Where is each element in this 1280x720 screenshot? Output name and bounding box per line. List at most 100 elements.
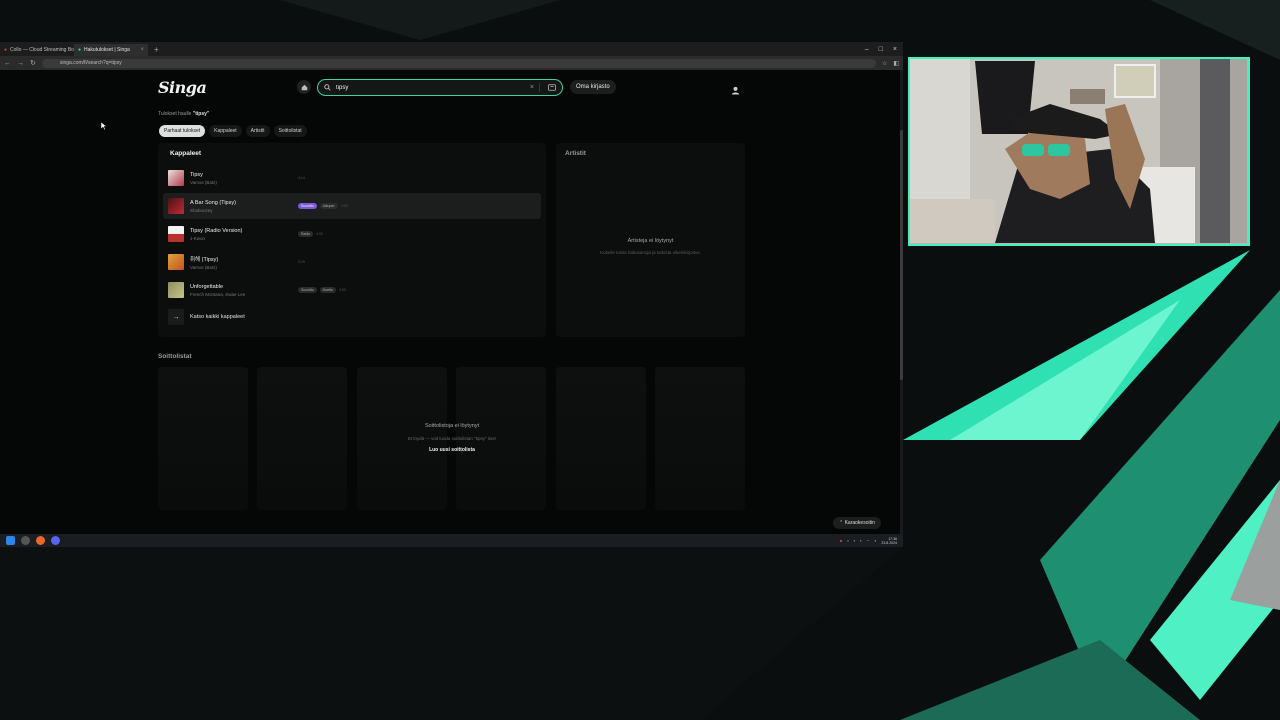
tab-label: Hakutulokset | Singa xyxy=(84,47,130,53)
clock-date: 23.8.2024 xyxy=(881,540,897,545)
artists-panel: Artistit Artisteja ei löytynyt Kokeile t… xyxy=(556,143,745,337)
home-icon xyxy=(301,84,307,90)
network-icon[interactable]: ◔ xyxy=(867,538,869,543)
song-duration: 4:00 xyxy=(316,232,323,236)
home-button[interactable] xyxy=(297,80,311,94)
address-bar-row: ← → ↻ singa.com/fi/search?q=tipsy ☆ ◧ xyxy=(0,56,903,70)
firefox-icon[interactable] xyxy=(36,536,45,545)
system-clock[interactable]: 17:36 23.8.2024 xyxy=(881,537,897,545)
search-icon[interactable] xyxy=(21,536,30,545)
taskbar: ■ ▪ ▪ ▪ ◔ ◖ 17:36 23.8.2024 xyxy=(0,534,903,547)
playlists-title: Soittolistat xyxy=(158,353,192,360)
artists-empty-title: Artisteja ei löytynyt xyxy=(627,238,674,244)
song-title: Tipsy (Radio Version) xyxy=(190,227,243,234)
close-window-icon[interactable]: × xyxy=(893,46,897,53)
artists-empty-description: Kokeile toisia hakusanoja ja tarkista oi… xyxy=(600,250,701,255)
volume-icon[interactable]: ◖ xyxy=(874,538,876,543)
song-row[interactable]: A Bar Song (Tipsy) Shaboozey Suosittu Al… xyxy=(163,193,541,219)
song-cover xyxy=(168,254,184,270)
results-query: "tipsy" xyxy=(192,111,210,117)
song-artist: Vamos (Bats) xyxy=(190,264,217,270)
maximize-icon[interactable]: □ xyxy=(879,46,883,53)
song-row[interactable]: 취해 (Tipsy) Vamos (Bats) 3:29 xyxy=(163,249,541,275)
forward-arrow-icon[interactable]: → xyxy=(17,60,24,67)
tab-favicon-icon: ● xyxy=(4,47,8,53)
user-icon xyxy=(731,86,740,95)
tab-singa[interactable]: ● Hakutulokset | Singa × xyxy=(74,44,148,56)
artists-title: Artistit xyxy=(565,150,586,157)
start-menu-icon[interactable] xyxy=(6,536,15,545)
bookmark-star-icon[interactable]: ☆ xyxy=(882,60,887,67)
song-title: 취해 (Tipsy) xyxy=(190,256,219,263)
tab-collo[interactable]: ● Collo — Cloud Streaming Box × xyxy=(0,44,74,56)
webcam-overlay xyxy=(908,57,1250,246)
view-all-label: Katso kaikki kappaleet xyxy=(190,314,245,320)
system-tray: ■ ▪ ▪ ▪ ◔ ◖ 17:36 23.8.2024 xyxy=(840,537,903,545)
original-badge: Alkuper. xyxy=(319,203,339,209)
close-icon[interactable]: × xyxy=(140,44,144,56)
song-cover xyxy=(168,198,184,214)
song-title: Unforgettable xyxy=(190,283,224,290)
tray-app-icon[interactable]: ▪ xyxy=(847,538,848,543)
filter-artists[interactable]: Artistit xyxy=(245,125,270,137)
song-duration: 3:29 xyxy=(298,260,305,264)
karaoke-player-button[interactable]: ⌃ Karaokesoitin xyxy=(833,517,881,529)
songs-panel: Kappaleet Tipsy Vamos (Bats) 4:14 A Bar … xyxy=(158,143,546,337)
filter-chips: Parhaat tulokset Kappaleet Artistit Soit… xyxy=(159,125,307,137)
tab-strip: ● Collo — Cloud Streaming Box × ● Hakutu… xyxy=(0,42,903,56)
view-all-songs-link[interactable]: → Katso kaikki kappaleet xyxy=(168,309,245,325)
arrow-right-icon: → xyxy=(168,309,184,325)
song-row[interactable]: Tipsy (Radio Version) J-Kwon Radio 4:00 xyxy=(163,221,541,247)
tab-label: Collo — Cloud Streaming Box xyxy=(10,47,74,53)
library-icon xyxy=(548,84,556,91)
window-controls: – □ × xyxy=(865,46,903,53)
discord-icon[interactable] xyxy=(51,536,60,545)
playlists-empty-description: Et löydä — voit luoda soittolistan "tips… xyxy=(407,436,497,441)
karaoke-label: Karaokesoitin xyxy=(844,520,875,526)
tray-app-icon[interactable]: ▪ xyxy=(860,538,861,543)
create-playlist-link[interactable]: Luo uusi soittolista xyxy=(302,447,602,453)
song-duration: 4:14 xyxy=(298,176,305,180)
scrollbar-thumb[interactable] xyxy=(900,130,903,380)
reload-icon[interactable]: ↻ xyxy=(30,59,36,67)
filter-playlists[interactable]: Soittolistat xyxy=(273,125,307,137)
duet-badge: Duetto xyxy=(319,287,336,293)
popular-badge: Suosittu xyxy=(298,287,317,293)
playlist-placeholder-card xyxy=(158,367,248,510)
url-field[interactable]: singa.com/fi/search?q=tipsy xyxy=(41,58,876,68)
browser-window: ● Collo — Cloud Streaming Box × ● Hakutu… xyxy=(0,42,903,534)
song-duration: 3:53 xyxy=(338,288,346,292)
tab-favicon-icon: ● xyxy=(78,47,82,53)
back-arrow-icon[interactable]: ← xyxy=(4,60,11,67)
my-library-button[interactable]: Oma kirjasto xyxy=(570,80,616,94)
song-artist: French Montana, Swae Lee xyxy=(190,291,246,297)
song-row[interactable]: Unforgettable French Montana, Swae Lee S… xyxy=(163,277,541,303)
chevron-up-icon: ⌃ xyxy=(839,520,844,526)
song-artist: Shaboozey xyxy=(190,207,213,213)
search-divider xyxy=(539,83,540,92)
song-row[interactable]: Tipsy Vamos (Bats) 4:14 xyxy=(163,165,541,191)
page-scrollbar[interactable] xyxy=(900,70,903,534)
filter-best-results[interactable]: Parhaat tulokset xyxy=(159,125,206,137)
minimize-icon[interactable]: – xyxy=(865,46,869,53)
library-icon-button[interactable] xyxy=(545,84,559,91)
search-input[interactable] xyxy=(336,84,516,91)
tray-app-icon[interactable]: ▪ xyxy=(854,538,855,543)
profile-button[interactable] xyxy=(731,82,740,100)
extensions-area: ☆ ◧ xyxy=(882,60,899,67)
webcam-feed-image xyxy=(910,59,1247,243)
results-heading: Tulokset haulle "tipsy" xyxy=(158,111,209,117)
extension-icon[interactable]: ◧ xyxy=(893,60,899,67)
singa-app: Singa × Oma kirjasto xyxy=(0,70,900,534)
song-cover xyxy=(168,282,184,298)
tray-app-icon[interactable]: ■ xyxy=(840,538,842,543)
filter-songs[interactable]: Kappaleet xyxy=(209,125,242,137)
popular-badge: Suosittu xyxy=(298,203,317,209)
search-icon xyxy=(324,84,331,91)
singa-logo[interactable]: Singa xyxy=(158,78,207,97)
clear-search-icon[interactable]: × xyxy=(530,84,534,91)
song-duration: 2:51 xyxy=(341,204,349,208)
songs-title: Kappaleet xyxy=(170,150,202,157)
new-tab-button[interactable]: + xyxy=(154,45,159,54)
song-artist: Vamos (Bats) xyxy=(190,179,217,185)
